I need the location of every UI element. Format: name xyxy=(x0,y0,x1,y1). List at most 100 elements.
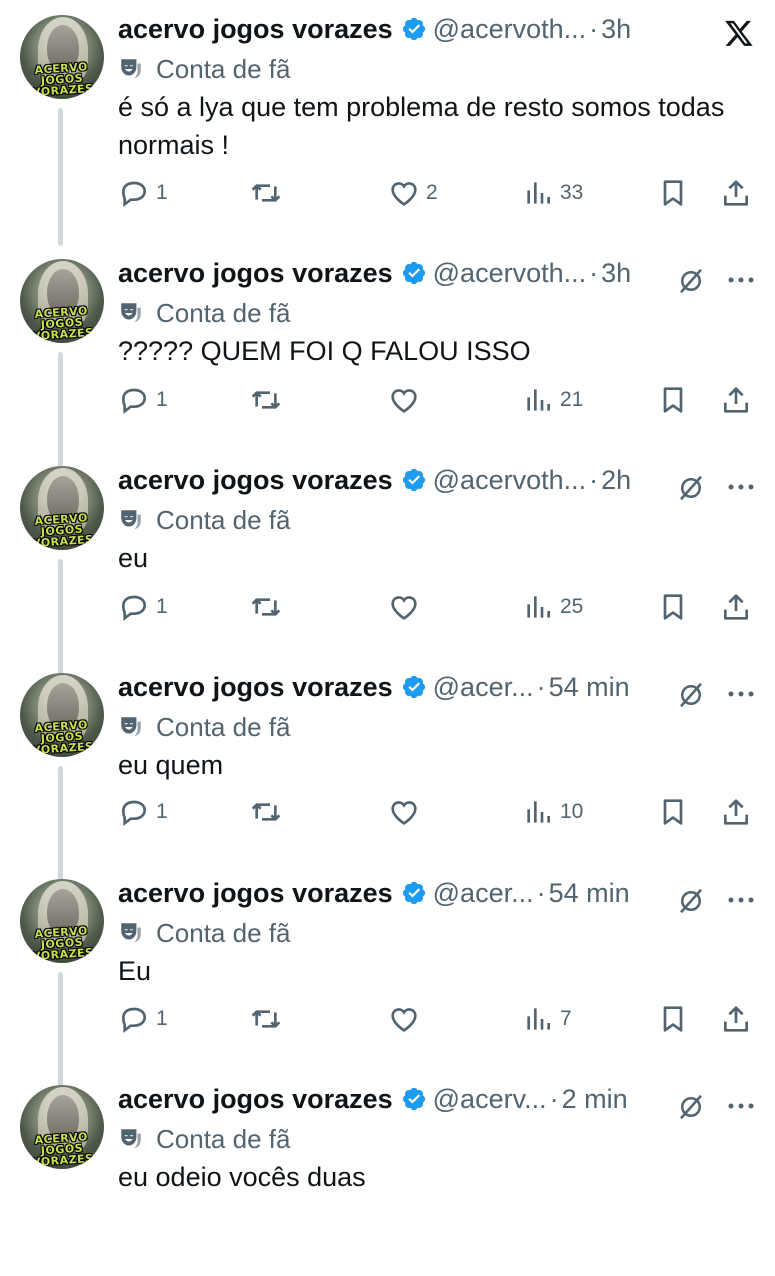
display-name[interactable]: acervo jogos vorazes xyxy=(118,465,393,496)
fan-account-text: Conta de fã xyxy=(156,53,291,84)
grok-icon[interactable] xyxy=(676,680,706,710)
tweet-text: ????? QUEM FOI Q FALOU ISSO xyxy=(118,336,531,366)
display-name[interactable]: acervo jogos vorazes xyxy=(118,14,393,45)
tweet-actions: 1 25 xyxy=(0,587,775,627)
reply-button[interactable]: 1 xyxy=(118,999,168,1039)
avatar-logo-text: ACERVO JOGOS VORAZES xyxy=(31,1130,94,1169)
reply-count: 1 xyxy=(156,388,168,411)
timestamp[interactable]: 2 min xyxy=(562,1084,628,1115)
handle[interactable]: @acervoth... xyxy=(433,14,586,45)
fan-account-text: Conta de fã xyxy=(156,711,291,742)
avatar-logo-text: ACERVO JOGOS VORAZES xyxy=(31,511,94,550)
timestamp[interactable]: 54 min xyxy=(549,878,630,909)
tweet[interactable]: ACERVO JOGOS VORAZES acervo jogos voraze… xyxy=(0,658,775,886)
views-button[interactable]: 25 xyxy=(522,587,583,627)
tweet-actions: 1 2 33 xyxy=(0,173,775,213)
more-options-icon[interactable] xyxy=(726,1094,756,1118)
like-button[interactable] xyxy=(388,587,426,627)
reply-button[interactable]: 1 xyxy=(118,173,168,213)
tweet[interactable]: ACERVO JOGOS VORAZES acervo jogos voraze… xyxy=(0,864,775,1092)
more-options-icon[interactable] xyxy=(726,475,756,499)
reply-button[interactable]: 1 xyxy=(118,380,168,420)
repost-button[interactable] xyxy=(250,792,288,832)
handle[interactable]: @acervoth... xyxy=(433,465,586,496)
separator-dot: · xyxy=(589,464,599,495)
bookmark-button[interactable] xyxy=(657,587,689,627)
verified-badge-icon xyxy=(402,1087,425,1111)
grok-icon[interactable] xyxy=(676,886,706,916)
bookmark-button[interactable] xyxy=(657,999,689,1039)
grok-icon[interactable] xyxy=(676,473,706,503)
repost-button[interactable] xyxy=(250,999,288,1039)
heart-icon xyxy=(391,182,417,206)
tweet-text: eu odeio vocês duas xyxy=(118,1162,366,1192)
like-button[interactable]: 2 xyxy=(388,173,438,213)
display-name[interactable]: acervo jogos vorazes xyxy=(118,878,393,909)
reply-icon xyxy=(121,181,147,208)
views-button[interactable]: 33 xyxy=(522,173,583,213)
like-button[interactable] xyxy=(388,999,426,1039)
repost-icon xyxy=(251,184,281,202)
handle[interactable]: @acervoth... xyxy=(433,258,586,289)
like-button[interactable] xyxy=(388,792,426,832)
avatar-logo-text: ACERVO JOGOS VORAZES xyxy=(31,304,94,343)
view-count: 25 xyxy=(560,595,584,618)
handle[interactable]: @acer... xyxy=(433,672,534,703)
separator-dot: · xyxy=(589,257,599,288)
more-options-icon[interactable] xyxy=(726,682,756,706)
share-button[interactable] xyxy=(720,380,752,420)
avatar[interactable]: ACERVO JOGOS VORAZES xyxy=(20,466,104,550)
more-options-icon[interactable] xyxy=(726,268,756,292)
tweet[interactable]: ACERVO JOGOS VORAZES acervo jogos voraze… xyxy=(0,451,775,679)
masks-icon xyxy=(121,717,141,737)
grok-icon[interactable] xyxy=(676,1092,706,1122)
repost-button[interactable] xyxy=(250,380,288,420)
bookmark-button[interactable] xyxy=(657,173,689,213)
display-name[interactable]: acervo jogos vorazes xyxy=(118,672,393,703)
heart-icon xyxy=(391,801,417,825)
timestamp[interactable]: 2h xyxy=(601,465,631,496)
share-button[interactable] xyxy=(720,587,752,627)
tweet[interactable]: ACERVO JOGOS VORAZES acervo jogos voraze… xyxy=(0,0,775,246)
repost-button[interactable] xyxy=(250,587,288,627)
grok-icon[interactable] xyxy=(676,266,706,296)
share-button[interactable] xyxy=(720,173,752,213)
tweet[interactable]: ACERVO JOGOS VORAZES acervo jogos voraze… xyxy=(0,244,775,472)
avatar[interactable]: ACERVO JOGOS VORAZES xyxy=(20,259,104,343)
avatar[interactable]: ACERVO JOGOS VORAZES xyxy=(20,15,104,99)
views-button[interactable]: 21 xyxy=(522,380,583,420)
share-button[interactable] xyxy=(720,999,752,1039)
reply-button[interactable]: 1 xyxy=(118,587,168,627)
like-button[interactable] xyxy=(388,380,426,420)
avatar[interactable]: ACERVO JOGOS VORAZES xyxy=(20,673,104,757)
avatar[interactable]: ACERVO JOGOS VORAZES xyxy=(20,1085,104,1169)
separator-dot: · xyxy=(549,1083,559,1114)
timestamp[interactable]: 3h xyxy=(601,258,631,289)
avatar[interactable]: ACERVO JOGOS VORAZES xyxy=(20,879,104,963)
handle[interactable]: @acerv... xyxy=(433,1084,547,1115)
more-options-icon[interactable] xyxy=(726,888,756,912)
fan-account-label: Conta de fã xyxy=(118,1123,290,1155)
display-name[interactable]: acervo jogos vorazes xyxy=(118,258,393,289)
bookmark-button[interactable] xyxy=(657,792,689,832)
fan-account-label: Conta de fã xyxy=(118,53,290,85)
repost-button[interactable] xyxy=(250,173,288,213)
fan-account-label: Conta de fã xyxy=(118,917,290,949)
tweet[interactable]: ACERVO JOGOS VORAZES acervo jogos voraze… xyxy=(0,1070,775,1276)
handle[interactable]: @acer... xyxy=(433,878,534,909)
separator-dot: · xyxy=(536,671,546,702)
timestamp[interactable]: 54 min xyxy=(549,672,630,703)
reply-button[interactable]: 1 xyxy=(118,792,168,832)
reply-count: 1 xyxy=(156,595,168,618)
verified-badge-icon xyxy=(402,17,425,41)
share-button[interactable] xyxy=(720,792,752,832)
tweet-text: eu xyxy=(118,543,149,573)
views-button[interactable]: 7 xyxy=(522,999,572,1039)
timestamp[interactable]: 3h xyxy=(601,14,631,45)
repost-icon xyxy=(251,1010,281,1028)
views-button[interactable]: 10 xyxy=(522,792,583,832)
bookmark-button[interactable] xyxy=(657,380,689,420)
tweet-actions: 1 10 xyxy=(0,792,775,832)
display-name[interactable]: acervo jogos vorazes xyxy=(118,1084,393,1115)
repost-icon xyxy=(251,391,281,409)
